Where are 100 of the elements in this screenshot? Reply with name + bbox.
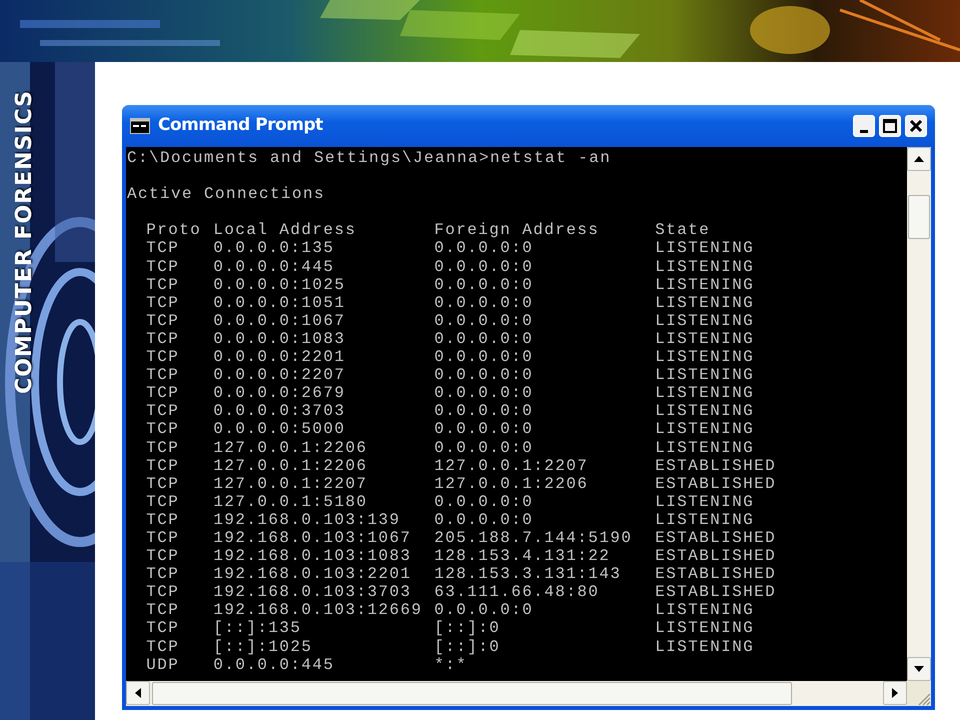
table-cell: TCP [146,384,180,402]
table-cell: TCP [146,510,180,529]
table-cell: TCP [146,474,180,493]
table-cell: 0.0.0.0:0 [434,601,534,620]
table-cell: 192.168.0.103:139 [213,510,400,529]
down-arrow-icon [914,666,924,672]
table-cell: 63.111.66.48:80 [434,583,600,602]
table-cell: 0.0.0.0:0 [434,510,534,529]
table-cell: ESTABLISHED [655,528,776,547]
table-cell: LISTENING [655,420,754,438]
table-cell: LISTENING [655,294,754,312]
table-cell: ESTABLISHED [655,456,776,475]
table-cell: LISTENING [655,510,754,529]
command-line: C:\Documents and Settings\Jeanna>netstat -an [127,149,612,168]
table-cell: TCP [146,547,180,566]
minimize-button[interactable] [853,115,875,137]
horizontal-scrollbar[interactable] [126,681,907,706]
scroll-left-button[interactable] [126,681,150,705]
table-cell: TCP [146,601,180,620]
table-cell: 127.0.0.1:2207 [213,474,368,493]
table-cell: 0.0.0.0:0 [434,420,534,438]
table-cell: 0.0.0.0:0 [434,438,534,456]
scroll-thumb[interactable] [908,195,930,239]
table-cell: TCP [146,583,180,602]
table-cell: 127.0.0.1:2206 [434,474,588,493]
table-cell: 192.168.0.103:3703 [213,583,412,602]
column-header: Local Address [213,221,356,240]
section-heading: Active Connections [127,185,326,204]
table-cell: 0.0.0.0:3703 [213,402,346,420]
table-cell: TCP [146,438,180,456]
right-arrow-icon [892,688,898,698]
table-cell: TCP [146,312,180,330]
table-cell: ESTABLISHED [655,583,776,602]
table-cell: 128.153.3.131:143 [434,565,622,584]
table-cell: 0.0.0.0:2679 [213,384,346,402]
table-cell: TCP [146,276,180,294]
table-cell: 0.0.0.0:445 [213,258,334,276]
table-cell: LISTENING [655,438,754,456]
table-cell: 0.0.0.0:5000 [213,420,346,438]
table-cell: LISTENING [655,366,754,384]
table-cell: LISTENING [655,330,754,348]
table-cell: [::]:0 [434,638,500,656]
vertical-scrollbar[interactable] [907,147,931,681]
table-cell: 0.0.0.0:0 [434,258,534,276]
table-cell: TCP [146,420,180,438]
table-cell: TCP [146,330,180,348]
table-cell: 192.168.0.103:2201 [213,565,412,584]
table-cell: LISTENING [655,258,754,276]
table-cell: TCP [146,258,180,276]
maximize-button[interactable] [879,115,901,137]
table-cell: TCP [146,366,180,384]
resize-grip-icon[interactable] [917,692,931,706]
table-cell: LISTENING [655,402,754,420]
slide-title: COMPUTER FORENSICS [11,90,38,394]
table-cell: ESTABLISHED [655,547,776,566]
scroll-thumb[interactable] [152,682,792,705]
table-cell: 0.0.0.0:0 [434,492,534,511]
table-cell: TCP [146,402,180,420]
table-cell: 0.0.0.0:445 [213,656,334,674]
table-cell: 128.153.4.131:22 [434,547,610,566]
column-header: State [655,221,710,240]
maximize-icon [883,119,897,133]
table-cell: 0.0.0.0:0 [434,276,534,294]
table-cell: LISTENING [655,348,754,366]
table-cell: TCP [146,619,180,638]
scroll-down-button[interactable] [907,657,931,681]
table-cell: 0.0.0.0:2207 [213,366,346,384]
table-cell: 127.0.0.1:2206 [213,456,368,475]
table-cell: ESTABLISHED [655,565,776,584]
close-icon [910,120,922,132]
table-cell: UDP [146,656,180,674]
table-cell: 192.168.0.103:1083 [213,547,412,566]
table-cell: 0.0.0.0:0 [434,312,534,330]
table-cell: LISTENING [655,312,754,330]
table-cell: 0.0.0.0:1025 [213,276,346,294]
table-cell: [::]:135 [213,619,302,638]
table-cell: TCP [146,492,180,511]
table-cell: 0.0.0.0:1067 [213,312,346,330]
table-cell: TCP [146,528,180,547]
table-cell: TCP [146,456,180,475]
table-cell: 192.168.0.103:1067 [213,528,412,547]
table-cell: 0.0.0.0:0 [434,366,534,384]
column-header: Proto [146,221,202,240]
up-arrow-icon [914,156,924,162]
scroll-up-button[interactable] [907,147,931,171]
table-cell: LISTENING [655,619,754,638]
window-title: Command Prompt [158,114,324,138]
table-cell: *:* [434,656,468,674]
close-button[interactable] [905,115,927,137]
table-cell: LISTENING [655,384,754,402]
table-cell: ESTABLISHED [655,474,776,493]
table-cell: 127.0.0.1:2206 [213,438,368,456]
table-cell: TCP [146,565,180,584]
table-cell: TCP [146,294,180,312]
left-arrow-icon [135,688,141,698]
table-cell: 205.188.7.144:5190 [434,528,632,547]
table-cell: 127.0.0.1:2207 [434,456,588,475]
column-header: Foreign Address [434,221,600,240]
console-icon [130,118,150,134]
scroll-right-button[interactable] [883,681,907,705]
